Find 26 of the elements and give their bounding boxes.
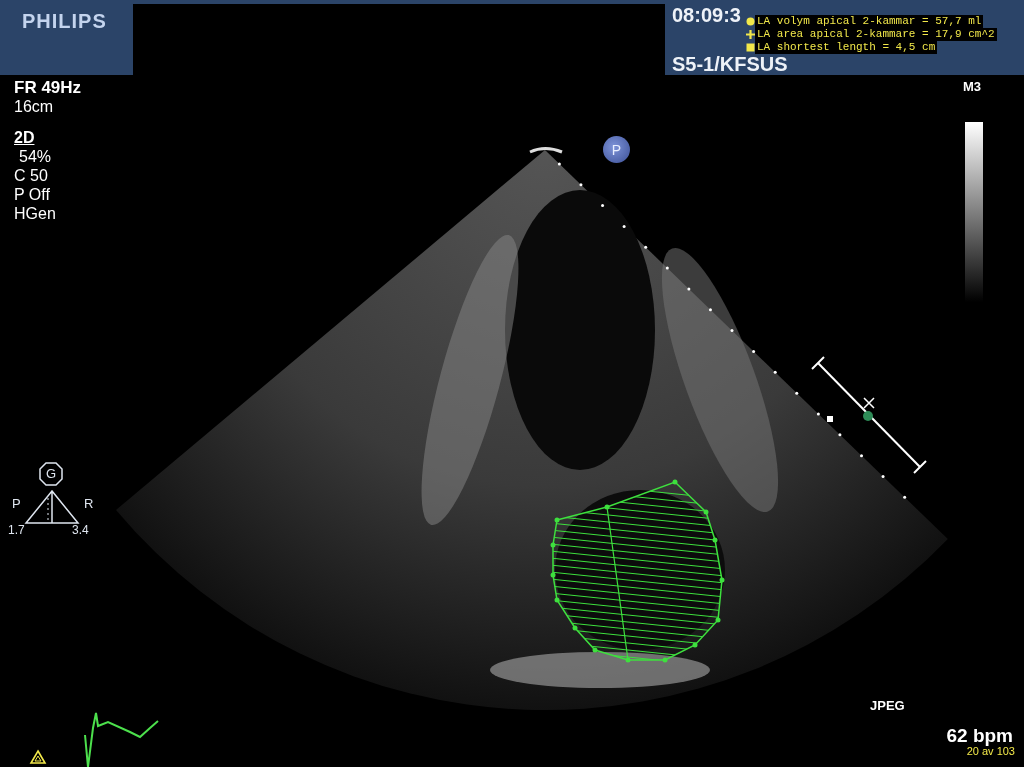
marker-badge: P [603, 136, 630, 163]
setting-text: P Off [14, 185, 51, 204]
orientation-left-text: P [12, 496, 21, 511]
frame-rate-text: FR 49Hz [14, 78, 82, 97]
orientation-badge-text: G [46, 466, 57, 481]
time-text: 08:09:3 [672, 5, 741, 26]
frame-counter-text: 20 av 103 [966, 745, 1015, 757]
map-text: M3 [963, 79, 982, 94]
triangle-icon [24, 490, 80, 525]
logo-text: PHILIPS [22, 10, 107, 33]
measurement-text: LA area apical 2-kammare = 17,9 cm^2 [755, 28, 997, 41]
format-text: JPEG [870, 698, 905, 713]
measurement-text: LA shortest length = 4,5 cm [755, 41, 938, 54]
orientation-right-text: R [84, 496, 94, 511]
setting-text: C 50 [14, 166, 49, 185]
measurement-text: LA volym apical 2-kammar = 57,7 ml [755, 15, 984, 28]
orientation-right-value: 3.4 [72, 523, 89, 537]
orientation-left-value: 1.7 [8, 523, 25, 537]
depth-text: 16cm [14, 97, 55, 116]
setting-text: HGen [14, 204, 57, 223]
setting-text: 54% [18, 147, 53, 166]
probe-text: S5-1/KFSUS [672, 54, 788, 75]
octagon-icon [39, 462, 63, 486]
warning-icon [29, 749, 47, 764]
heart-rate-text: 62 bpm [946, 725, 1013, 747]
mode-text: 2D [14, 128, 36, 147]
